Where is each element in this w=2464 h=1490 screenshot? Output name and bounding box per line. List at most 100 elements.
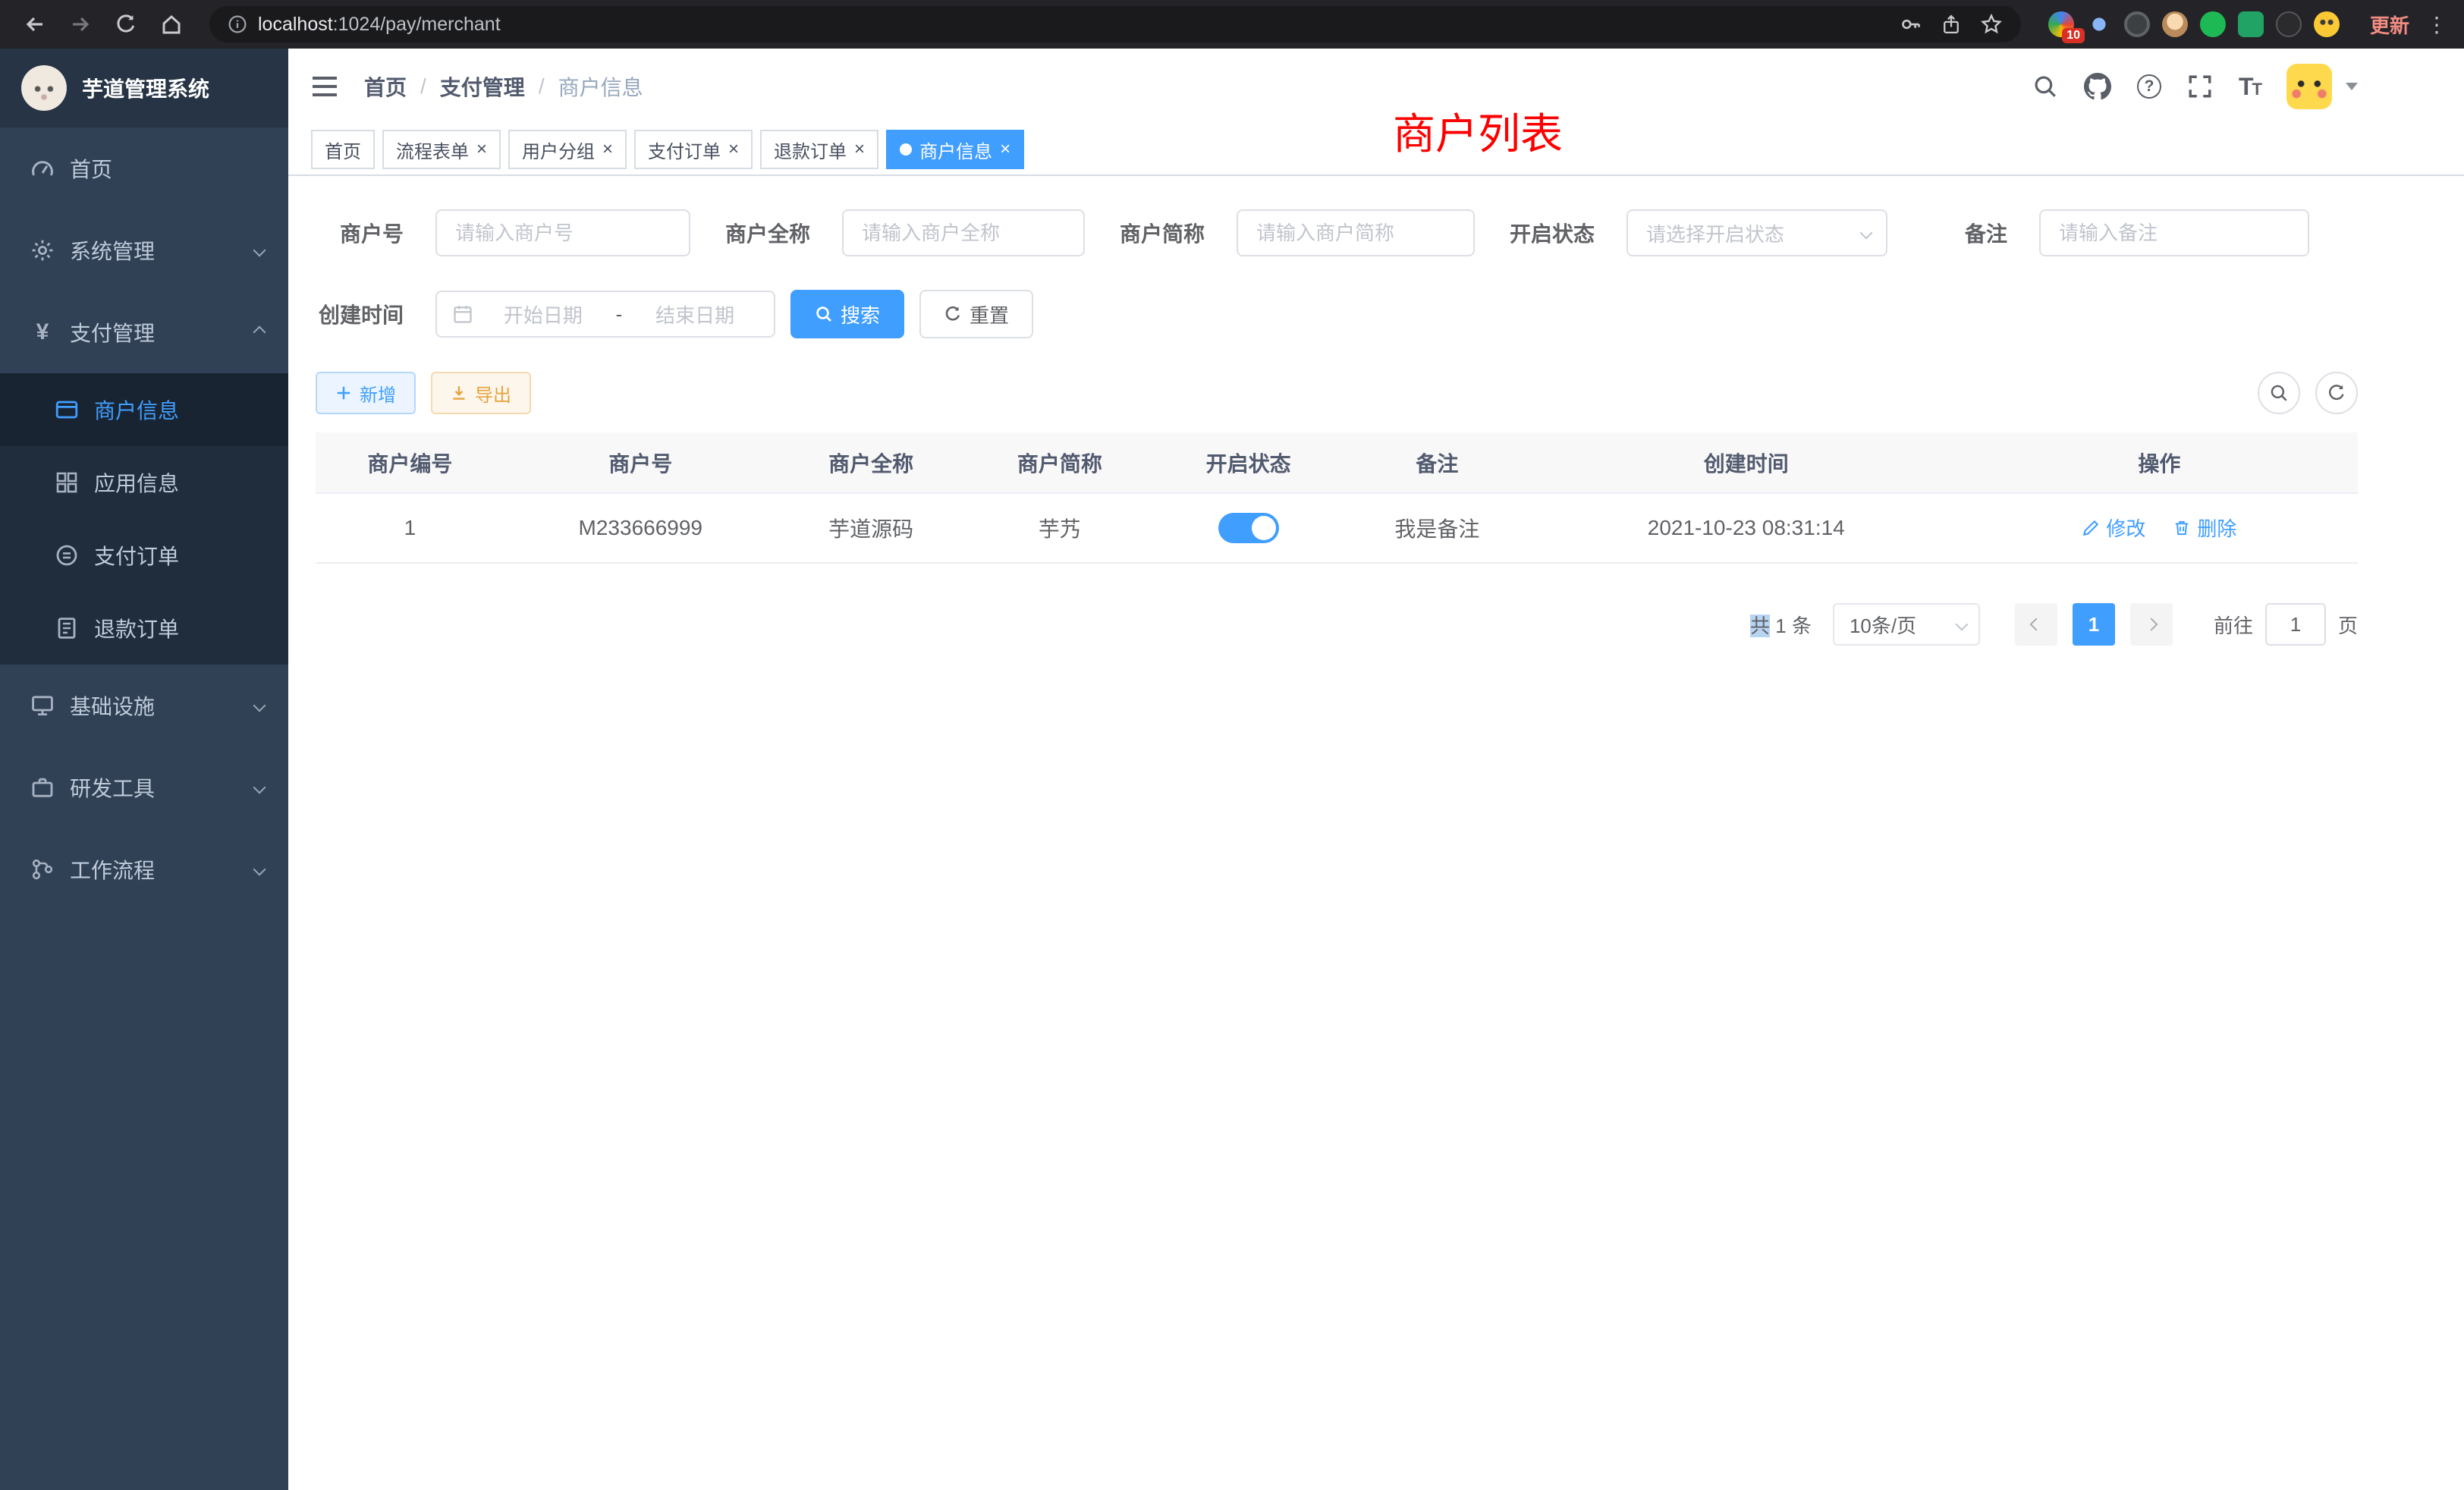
toolbox-icon xyxy=(30,775,55,800)
delete-button[interactable]: 删除 xyxy=(2173,514,2236,542)
cell-short-name: 芋艿 xyxy=(966,493,1155,563)
tab-merchant-info[interactable]: 商户信息× xyxy=(886,130,1024,169)
hamburger-icon[interactable] xyxy=(310,71,340,102)
trash-icon xyxy=(2173,519,2191,537)
sidebar-item-refund-order[interactable]: 退款订单 xyxy=(0,592,288,665)
sidebar-item-app-info[interactable]: 应用信息 xyxy=(0,446,288,519)
next-page-button[interactable] xyxy=(2130,603,2173,646)
page-number-button[interactable]: 1 xyxy=(2073,603,2115,646)
browser-menu-icon[interactable]: ⋮ xyxy=(2425,12,2449,37)
breadcrumb-home[interactable]: 首页 xyxy=(364,71,407,102)
export-button[interactable]: 导出 xyxy=(431,372,531,414)
close-icon[interactable]: × xyxy=(1000,140,1010,159)
search-button[interactable]: 搜索 xyxy=(790,290,904,338)
cell-full-name: 芋道源码 xyxy=(777,493,966,563)
tab-process-form[interactable]: 流程表单× xyxy=(382,130,501,169)
extension-badge: 10 xyxy=(2062,28,2085,43)
bookmark-star-icon[interactable] xyxy=(1980,13,2003,36)
url-text: localhost:1024/pay/merchant xyxy=(258,14,501,36)
top-navbar: 首页 / 支付管理 / 商户信息 ? TT xyxy=(288,49,2464,124)
tab-pay-order[interactable]: 支付订单× xyxy=(634,130,753,169)
extension-icon[interactable] xyxy=(2124,11,2150,37)
browser-reload-icon[interactable] xyxy=(106,5,146,44)
reset-button[interactable]: 重置 xyxy=(919,290,1033,338)
sidebar: 芋道管理系统 首页 系统管理 ¥ 支付管理 商户信息 xyxy=(0,49,288,1490)
browser-back-icon[interactable] xyxy=(15,5,55,44)
plus-icon xyxy=(335,385,352,401)
extension-icon[interactable] xyxy=(2200,11,2226,37)
sidebar-item-system[interactable]: 系统管理 xyxy=(0,209,288,291)
sidebar-menu: 首页 系统管理 ¥ 支付管理 商户信息 应用信息 xyxy=(0,127,288,910)
close-icon[interactable]: × xyxy=(854,140,865,159)
chevron-up-icon xyxy=(253,326,266,339)
full-name-input[interactable] xyxy=(842,209,1085,256)
short-name-label: 商户简称 xyxy=(1117,218,1205,248)
download-icon xyxy=(451,385,467,401)
extension-icon[interactable]: 10 xyxy=(2048,11,2074,37)
close-icon[interactable]: × xyxy=(602,140,613,159)
share-icon[interactable] xyxy=(1941,13,1962,36)
workflow-icon xyxy=(30,857,55,882)
refresh-icon xyxy=(944,305,962,323)
extension-icon[interactable] xyxy=(2086,11,2112,37)
sidebar-item-dev-tools[interactable]: 研发工具 xyxy=(0,747,288,828)
table-header-row: 商户编号 商户号 商户全称 商户简称 开启状态 备注 创建时间 操作 xyxy=(316,432,2358,493)
browser-home-icon[interactable] xyxy=(152,5,191,44)
sidebar-item-payment[interactable]: ¥ 支付管理 xyxy=(0,291,288,373)
payment-submenu: 商户信息 应用信息 支付订单 退款订单 xyxy=(0,373,288,665)
breadcrumb-section[interactable]: 支付管理 xyxy=(440,71,525,102)
search-icon[interactable] xyxy=(2032,74,2058,99)
sidebar-item-pay-order[interactable]: 支付订单 xyxy=(0,519,288,592)
page-size-select[interactable]: 10条/页 xyxy=(1833,603,1980,646)
close-icon[interactable]: × xyxy=(728,140,739,159)
cell-create-time: 2021-10-23 08:31:14 xyxy=(1532,493,1961,563)
navbar-actions: ? TT xyxy=(2032,64,2358,109)
chrome-update-button[interactable]: 更新 xyxy=(2370,11,2409,39)
address-bar[interactable]: localhost:1024/pay/merchant xyxy=(209,6,2021,42)
tab-home[interactable]: 首页 xyxy=(311,130,375,169)
remark-input[interactable] xyxy=(2039,209,2309,256)
github-icon[interactable] xyxy=(2084,73,2111,100)
end-date-placeholder: 结束日期 xyxy=(631,300,759,328)
extension-icon[interactable] xyxy=(2238,11,2264,37)
extension-icon[interactable] xyxy=(2162,11,2188,37)
refresh-table-button[interactable] xyxy=(2315,372,2358,414)
edit-pencil-icon xyxy=(2082,519,2100,537)
search-icon xyxy=(815,305,833,323)
filter-row-2: 创建时间 开始日期 - 结束日期 搜索 重置 xyxy=(316,290,2358,338)
toggle-search-button[interactable] xyxy=(2258,372,2300,414)
user-avatar[interactable] xyxy=(2286,64,2332,109)
edit-button[interactable]: 修改 xyxy=(2082,514,2145,542)
chevron-down-icon xyxy=(1955,618,1968,631)
add-button[interactable]: 新增 xyxy=(316,372,416,414)
sidebar-item-merchant-info[interactable]: 商户信息 xyxy=(0,373,288,446)
fullscreen-icon[interactable] xyxy=(2187,74,2213,99)
merchant-no-input[interactable] xyxy=(435,209,690,256)
close-icon[interactable]: × xyxy=(476,140,487,159)
chevron-down-icon xyxy=(1860,227,1873,240)
extension-icon[interactable] xyxy=(2314,11,2340,37)
pagination: 共 1 条 10条/页 1 前往 页 xyxy=(316,603,2358,646)
remark-label: 备注 xyxy=(1919,218,2007,248)
password-key-icon[interactable] xyxy=(1900,13,1922,36)
browser-forward-icon[interactable] xyxy=(61,5,100,44)
status-select[interactable]: 请选择开启状态 xyxy=(1626,209,1887,256)
tab-refund-order[interactable]: 退款订单× xyxy=(760,130,878,169)
tab-user-group[interactable]: 用户分组× xyxy=(508,130,627,169)
prev-page-button[interactable] xyxy=(2015,603,2057,646)
avatar-caret-icon[interactable] xyxy=(2346,83,2358,90)
document-icon xyxy=(55,616,79,640)
goto-page-input[interactable] xyxy=(2265,603,2326,646)
short-name-input[interactable] xyxy=(1237,209,1475,256)
font-size-icon[interactable]: TT xyxy=(2239,73,2261,101)
filter-row-1: 商户号 商户全称 商户简称 开启状态 请选择开启状态 xyxy=(316,209,2358,256)
status-toggle[interactable] xyxy=(1218,513,1279,543)
create-time-range-picker[interactable]: 开始日期 - 结束日期 xyxy=(435,291,775,338)
search-icon xyxy=(2269,383,2289,403)
extension-icon[interactable] xyxy=(2276,11,2302,37)
help-icon[interactable]: ? xyxy=(2137,74,2161,99)
sidebar-item-home[interactable]: 首页 xyxy=(0,127,288,209)
site-info-icon[interactable] xyxy=(228,14,247,34)
sidebar-item-infrastructure[interactable]: 基础设施 xyxy=(0,665,288,747)
sidebar-item-workflow[interactable]: 工作流程 xyxy=(0,828,288,910)
